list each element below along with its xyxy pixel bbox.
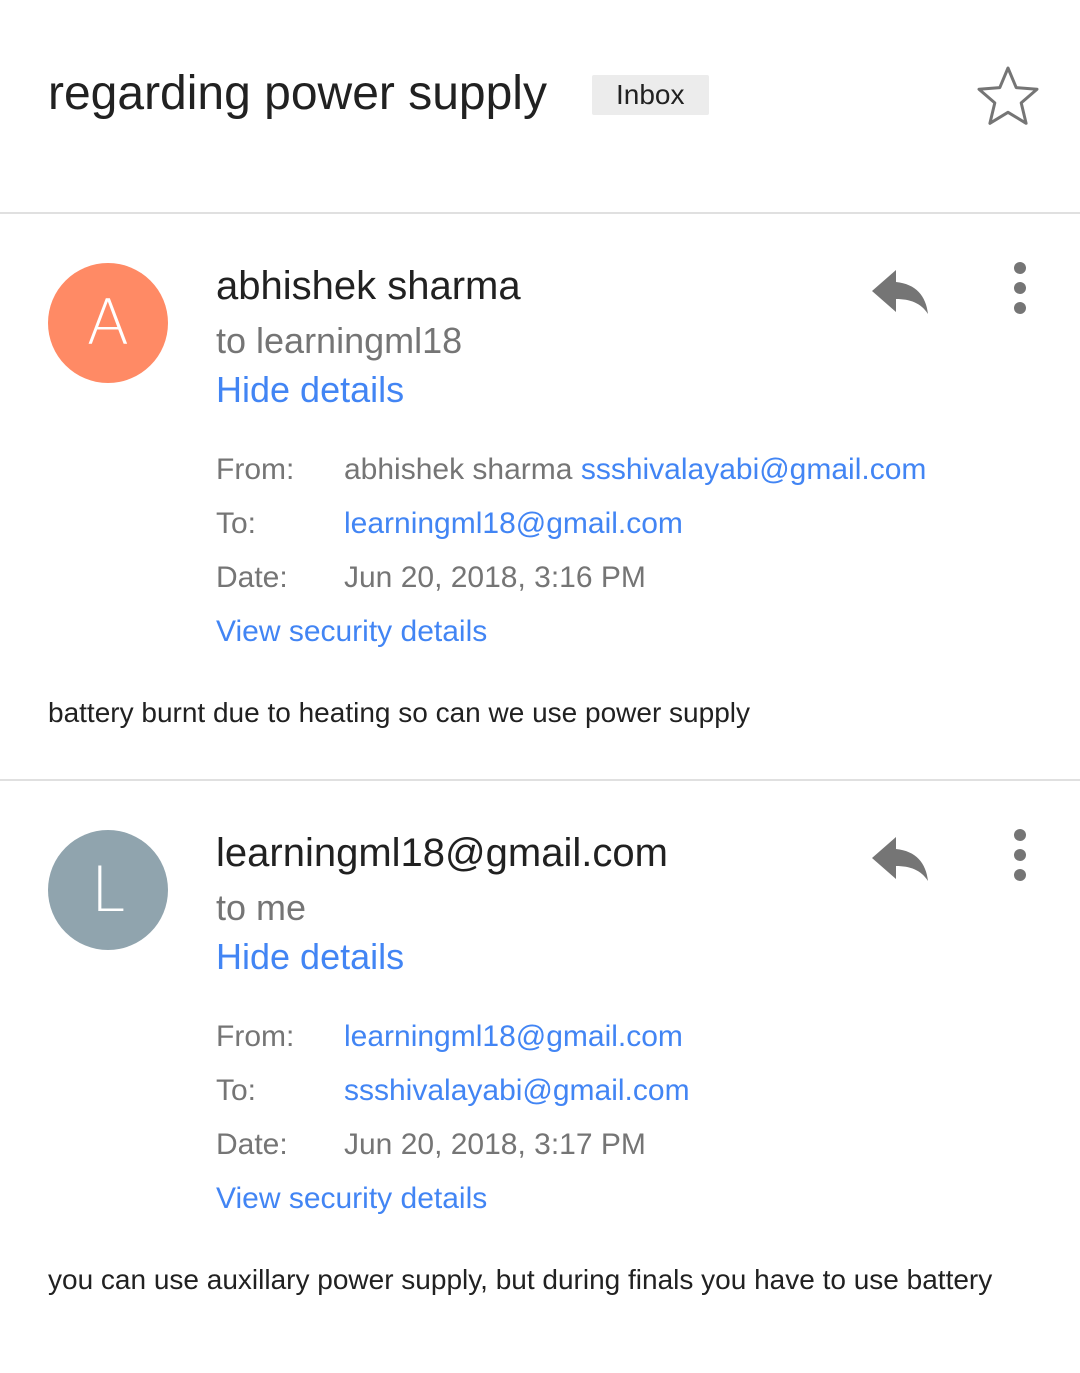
date-value: Jun 20, 2018, 3:16 PM [344,561,646,594]
to-label: To: [216,1074,257,1107]
view-security-details-link[interactable]: View security details [216,615,487,649]
from-label: From: [216,1020,295,1053]
from-value: learningml18@gmail.com [344,1020,683,1054]
to-label: To: [216,507,257,540]
to-email-link[interactable]: learningml18@gmail.com [344,507,683,541]
date-label: Date: [216,1128,288,1161]
from-value: abhishek sharma ssshivalayabi@gmail.com [344,453,926,487]
date-label: Date: [216,561,288,594]
from-email-link[interactable]: learningml18@gmail.com [344,1020,683,1053]
reply-icon[interactable] [866,831,932,887]
message-body: battery burnt due to heating so can we u… [48,697,750,728]
recipient-summary: to learningml18 [216,320,463,361]
thread-subject: regarding power supply [48,67,547,120]
recipient-summary: to me [216,887,307,928]
more-options-icon[interactable] [1000,825,1040,885]
from-name: abhishek sharma [344,453,573,486]
reply-icon[interactable] [866,264,932,320]
view-security-details-link[interactable]: View security details [216,1182,487,1216]
hide-details-link[interactable]: Hide details [216,369,404,411]
sender-name: abhishek sharma [216,264,521,308]
date-value: Jun 20, 2018, 3:17 PM [344,1128,646,1161]
star-icon[interactable] [976,64,1040,128]
avatar: L [48,830,168,950]
thread-header: regarding power supply Inbox [0,0,1080,214]
avatar: A [48,263,168,383]
message-body: you can use auxillary power supply, but … [48,1264,993,1295]
message-card: L learningml18@gmail.com to me Hide deta… [0,781,1080,1373]
more-options-icon[interactable] [1000,258,1040,318]
sender-name: learningml18@gmail.com [216,831,668,875]
message-card: A abhishek sharma to learningml18 Hide d… [0,214,1080,780]
hide-details-link[interactable]: Hide details [216,936,404,978]
inbox-label-chip[interactable]: Inbox [592,75,709,115]
to-email-link[interactable]: ssshivalayabi@gmail.com [344,1074,690,1108]
from-label: From: [216,453,295,486]
from-email-link[interactable]: ssshivalayabi@gmail.com [581,453,927,486]
